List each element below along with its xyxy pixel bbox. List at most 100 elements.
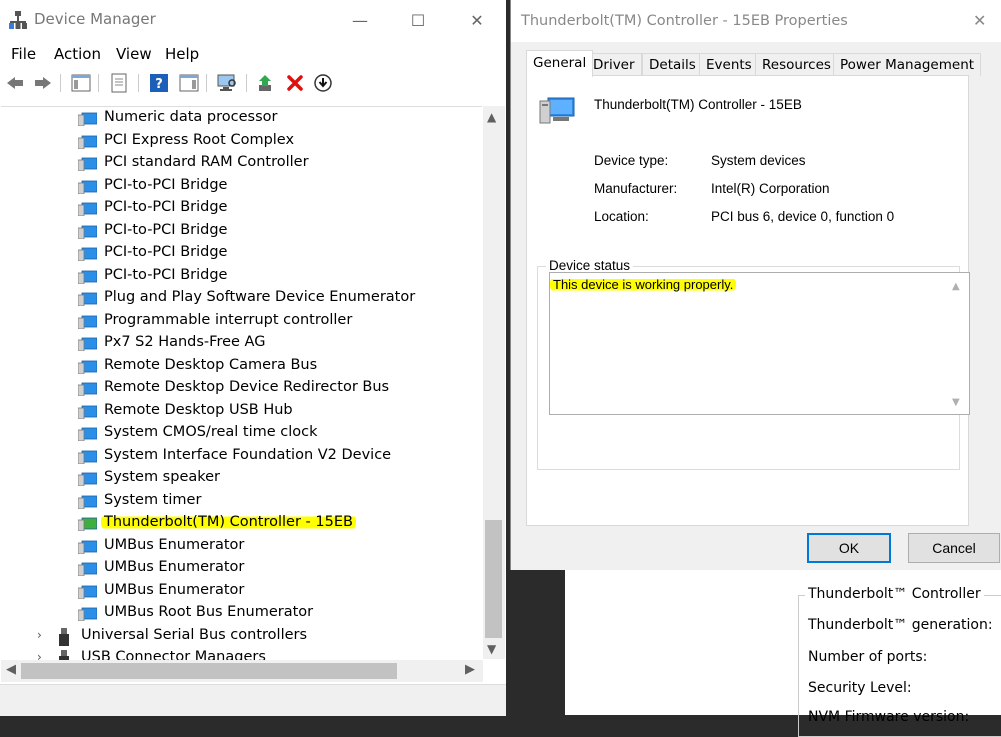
device-type-label: Device type: <box>594 153 669 168</box>
toolbar-separator <box>60 74 61 92</box>
tb-nvm-label: NVM Firmware version: <box>808 709 970 725</box>
tree-device-item[interactable]: Remote Desktop Device Redirector Bus <box>1 378 482 400</box>
back-icon[interactable] <box>4 72 26 94</box>
manufacturer-value: Intel(R) Corporation <box>711 181 830 196</box>
tree-device-item[interactable]: PCI-to-PCI Bridge <box>1 221 482 243</box>
status-scroll-up-icon[interactable]: ▲ <box>952 281 960 292</box>
background-left-pane <box>565 570 773 715</box>
usb-icon <box>59 650 69 660</box>
background-window: Thunderbolt™ Controller Thunderbolt™ gen… <box>565 570 1001 737</box>
menu-file[interactable]: File <box>11 45 36 63</box>
tb-security-label: Security Level: <box>808 680 912 696</box>
tree-category[interactable]: › USB Connector Managers <box>1 648 482 660</box>
system-device-icon <box>78 517 97 531</box>
tree-item-label: PCI-to-PCI Bridge <box>104 176 228 193</box>
expand-chevron-icon[interactable]: › <box>37 650 42 660</box>
tree-device-item[interactable]: Thunderbolt(TM) Controller - 15EB <box>1 513 482 535</box>
expand-chevron-icon[interactable]: › <box>37 628 42 642</box>
tree-device-item[interactable]: UMBus Enumerator <box>1 558 482 580</box>
maximize-button[interactable]: ☐ <box>389 0 447 40</box>
cancel-button[interactable]: Cancel <box>908 533 1000 563</box>
tree-device-item[interactable]: Plug and Play Software Device Enumerator <box>1 288 482 310</box>
system-device-icon <box>78 427 97 441</box>
tab-events[interactable]: Events <box>699 53 759 76</box>
tree-item-label: PCI-to-PCI Bridge <box>104 244 228 260</box>
tab-details[interactable]: Details <box>642 53 703 76</box>
close-button[interactable]: ✕ <box>448 0 506 40</box>
manufacturer-label: Manufacturer: <box>594 181 678 196</box>
tree-device-item[interactable]: Remote Desktop Camera Bus <box>1 356 482 378</box>
scroll-down-icon[interactable]: ▼ <box>487 642 496 656</box>
dialog-close-button[interactable]: ✕ <box>973 11 986 30</box>
update-driver-icon[interactable] <box>256 72 278 94</box>
tree-item-label: Plug and Play Software Device Enumerator <box>104 289 416 305</box>
horizontal-scrollbar[interactable]: ◀ ▶ <box>1 660 483 682</box>
tree-device-item[interactable]: System timer <box>1 491 482 513</box>
enable-device-icon[interactable] <box>312 72 334 94</box>
vertical-scrollbar[interactable]: ▲ ▼ <box>483 106 505 659</box>
tree-device-item[interactable]: System CMOS/real time clock <box>1 423 482 445</box>
tree-item-label: Thunderbolt(TM) Controller - 15EB <box>101 514 356 530</box>
dialog-title-bar[interactable]: Thunderbolt(TM) Controller - 15EB Proper… <box>511 0 1001 42</box>
system-device-icon <box>78 495 97 509</box>
title-bar[interactable]: Device Manager — ☐ ✕ <box>0 0 506 40</box>
toolbar-separator <box>206 74 207 92</box>
tree-item-label: Numeric data processor <box>104 109 278 125</box>
tree-item-label: Remote Desktop USB Hub <box>104 401 293 418</box>
tree-device-item[interactable]: System Interface Foundation V2 Device <box>1 446 482 468</box>
scroll-thumb-horizontal[interactable] <box>21 663 397 679</box>
system-device-icon <box>78 472 97 486</box>
tree-device-item[interactable]: UMBus Enumerator <box>1 536 482 558</box>
device-status-title: Device status <box>546 258 634 273</box>
tree-device-item[interactable]: PCI-to-PCI Bridge <box>1 266 482 288</box>
help-icon[interactable]: ? <box>148 72 170 94</box>
properties-icon[interactable] <box>108 72 130 94</box>
tree-item-label: Remote Desktop Device Redirector Bus <box>104 379 390 395</box>
tree-device-item[interactable]: Remote Desktop USB Hub <box>1 401 482 423</box>
scan-hardware-icon[interactable] <box>216 72 238 94</box>
toolbar-separator <box>246 74 247 92</box>
menu-view[interactable]: View <box>116 45 152 63</box>
tree-device-item[interactable]: UMBus Root Bus Enumerator <box>1 603 482 625</box>
forward-icon[interactable] <box>32 72 54 94</box>
scroll-left-icon[interactable]: ◀ <box>6 662 16 677</box>
menu-help[interactable]: Help <box>165 45 199 63</box>
location-value: PCI bus 6, device 0, function 0 <box>711 209 895 224</box>
tree-device-item[interactable]: PCI-to-PCI Bridge <box>1 176 482 198</box>
device-status-textbox[interactable]: This device is working properly. ▲ ▼ <box>549 272 970 415</box>
tree-device-item[interactable]: PCI Express Root Complex <box>1 131 482 153</box>
tree-device-item[interactable]: UMBus Enumerator <box>1 581 482 603</box>
tab-resources[interactable]: Resources <box>755 53 838 76</box>
system-device-icon <box>78 562 97 576</box>
tree-item-label: System timer <box>104 491 202 508</box>
tab-driver[interactable]: Driver <box>586 53 642 76</box>
tree-item-label: UMBus Enumerator <box>104 581 245 598</box>
device-type-value: System devices <box>711 153 806 168</box>
system-device-icon <box>78 450 97 464</box>
tab-power-management[interactable]: Power Management <box>833 53 982 76</box>
background-right-pane: Thunderbolt™ Controller Thunderbolt™ gen… <box>772 570 1001 737</box>
uninstall-device-icon[interactable] <box>284 72 306 94</box>
tree-device-item[interactable]: System speaker <box>1 468 482 490</box>
status-bar <box>0 684 506 716</box>
tree-device-item[interactable]: PCI standard RAM Controller <box>1 153 482 175</box>
tree-device-item[interactable]: Px7 S2 Hands-Free AG <box>1 333 482 355</box>
tree-device-item[interactable]: Programmable interrupt controller <box>1 311 482 333</box>
tree-category[interactable]: › Universal Serial Bus controllers <box>1 626 482 648</box>
tree-device-item[interactable]: Numeric data processor <box>1 108 482 130</box>
action-pane-icon[interactable] <box>178 72 200 94</box>
tree-item-label: UMBus Enumerator <box>104 559 245 575</box>
status-scroll-down-icon[interactable]: ▼ <box>952 397 960 408</box>
tree-device-item[interactable]: PCI-to-PCI Bridge <box>1 243 482 265</box>
tree-device-item[interactable]: PCI-to-PCI Bridge <box>1 198 482 220</box>
scroll-up-icon[interactable]: ▲ <box>487 110 496 124</box>
tab-general[interactable]: General <box>526 50 594 77</box>
scroll-right-icon[interactable]: ▶ <box>465 662 475 677</box>
minimize-button[interactable]: — <box>331 0 389 40</box>
show-hide-console-tree-icon[interactable] <box>70 72 92 94</box>
menu-action[interactable]: Action <box>54 45 101 63</box>
usb-icon <box>59 627 69 646</box>
scroll-thumb[interactable] <box>485 520 502 638</box>
group-title: Thunderbolt™ Controller <box>805 586 984 602</box>
ok-button[interactable]: OK <box>807 533 891 563</box>
